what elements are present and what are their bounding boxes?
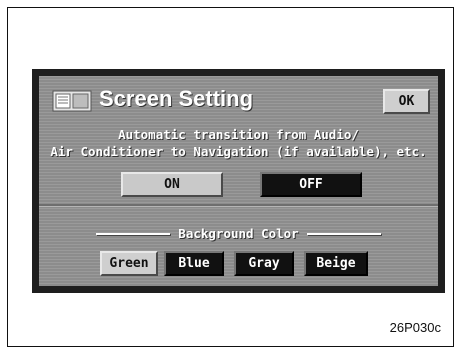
- transition-description-line1: Automatic transition from Audio/: [118, 127, 359, 142]
- background-color-label: Background Color: [178, 226, 299, 241]
- green-color-button[interactable]: Green: [100, 251, 158, 276]
- gray-color-button[interactable]: Gray: [234, 251, 294, 276]
- on-button[interactable]: ON: [121, 172, 223, 197]
- heading-line-left: [96, 232, 171, 235]
- ok-button[interactable]: OK: [383, 89, 430, 114]
- beige-color-button[interactable]: Beige: [304, 251, 368, 276]
- figure-frame: Screen Setting OK Automatic transition f…: [7, 7, 454, 347]
- page-title: Screen Setting: [99, 86, 254, 111]
- transition-description-line2: Air Conditioner to Navigation (if availa…: [50, 144, 427, 159]
- blue-color-button[interactable]: Blue: [164, 251, 224, 276]
- screen-setting-panel: Screen Setting OK Automatic transition f…: [39, 76, 438, 286]
- heading-line-right: [306, 232, 382, 235]
- section-divider: [39, 204, 438, 207]
- transition-description: Automatic transition from Audio/ Air Con…: [39, 126, 438, 160]
- display-screen: Screen Setting OK Automatic transition f…: [32, 69, 445, 293]
- screen-setting-icon: [52, 90, 92, 112]
- figure-caption: 26P030c: [389, 320, 441, 335]
- background-color-heading: Background Color: [96, 226, 382, 241]
- off-button[interactable]: OFF: [260, 172, 362, 197]
